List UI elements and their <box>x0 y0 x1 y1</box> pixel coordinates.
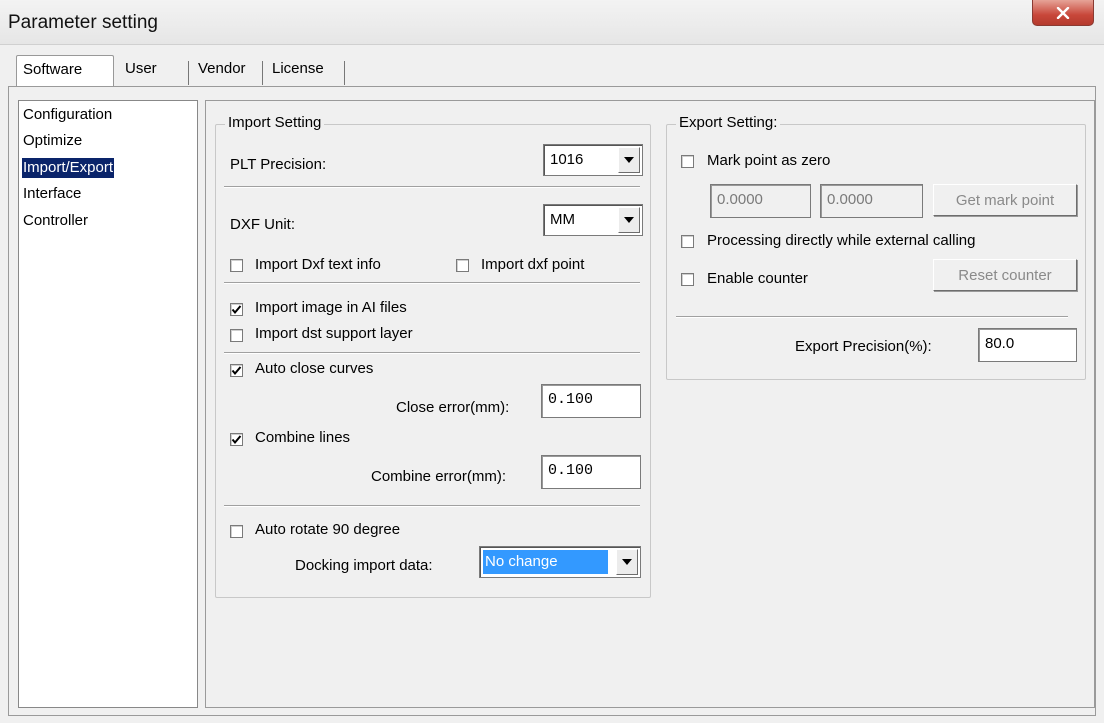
divider <box>224 186 640 188</box>
plt-precision-value: 1016 <box>550 151 584 168</box>
title-bar: Parameter setting <box>0 0 1104 44</box>
import-ai-image-label: Import image in AI files <box>255 299 407 316</box>
category-controller[interactable]: Controller <box>22 211 89 231</box>
tab-separator <box>188 61 189 85</box>
docking-import-label: Docking import data: <box>295 557 433 574</box>
docking-import-select[interactable]: No change <box>479 546 641 578</box>
processing-direct-checkbox[interactable] <box>681 235 694 248</box>
close-error-value: 0.100 <box>548 391 594 408</box>
tab-label: Vendor <box>198 60 246 77</box>
mark-point-zero-checkbox[interactable] <box>681 155 694 168</box>
category-interface[interactable]: Interface <box>22 184 82 204</box>
enable-counter-checkbox[interactable] <box>681 273 694 286</box>
mark-point-y-value: 0.0000 <box>827 191 873 208</box>
category-optimize[interactable]: Optimize <box>22 131 83 151</box>
parameter-setting-window: Parameter setting Software User Vendor L… <box>0 0 1104 723</box>
dxf-unit-select[interactable]: MM <box>543 204 643 236</box>
checkmark-icon <box>231 366 242 376</box>
export-precision-input[interactable]: 80.0 <box>978 328 1077 362</box>
settings-category-list: Configuration Optimize Import/Export Int… <box>18 100 198 708</box>
auto-close-curves-label: Auto close curves <box>255 360 374 377</box>
export-precision-label: Export Precision(%): <box>795 338 932 355</box>
category-import-export[interactable]: Import/Export <box>22 158 115 178</box>
get-mark-point-button[interactable]: Get mark point <box>933 184 1077 216</box>
auto-rotate-checkbox[interactable] <box>230 525 243 538</box>
combine-error-label: Combine error(mm): <box>371 468 507 485</box>
auto-rotate-label: Auto rotate 90 degree <box>255 521 401 538</box>
export-setting-title: Export Setting: <box>676 114 781 131</box>
tab-label: Software <box>23 61 83 78</box>
chevron-down-icon[interactable] <box>618 207 640 233</box>
plt-precision-select[interactable]: 1016 <box>543 144 643 176</box>
divider <box>224 352 640 354</box>
enable-counter-label: Enable counter <box>707 270 808 287</box>
import-dxf-text-checkbox[interactable] <box>230 259 243 272</box>
category-configuration[interactable]: Configuration <box>22 105 113 125</box>
mark-point-x-value: 0.0000 <box>717 191 763 208</box>
export-precision-value: 80.0 <box>985 335 1015 352</box>
divider <box>676 316 1068 318</box>
tab-separator <box>262 61 263 85</box>
import-dst-layer-checkbox[interactable] <box>230 329 243 342</box>
checkmark-icon <box>231 305 242 315</box>
mark-point-y-input[interactable]: 0.0000 <box>820 184 923 218</box>
docking-import-value: No change <box>483 550 608 574</box>
divider <box>224 505 640 507</box>
close-error-label: Close error(mm): <box>396 399 510 416</box>
tab-label: User <box>125 60 157 77</box>
processing-direct-label: Processing directly while external calli… <box>707 232 976 249</box>
import-setting-title: Import Setting <box>225 114 325 131</box>
window-title: Parameter setting <box>8 12 158 33</box>
close-button[interactable] <box>1032 0 1094 26</box>
combine-error-input[interactable]: 0.100 <box>541 455 641 489</box>
combine-lines-checkbox[interactable] <box>230 433 243 446</box>
tab-vendor[interactable]: Vendor <box>192 58 258 86</box>
import-dxf-point-label: Import dxf point <box>481 256 585 273</box>
tab-separator <box>344 61 345 85</box>
chevron-down-icon[interactable] <box>618 147 640 173</box>
import-dxf-text-label: Import Dxf text info <box>255 256 381 273</box>
tab-software[interactable]: Software <box>16 55 114 87</box>
plt-precision-label: PLT Precision: <box>230 156 327 173</box>
tab-user[interactable]: User <box>119 58 183 86</box>
chevron-down-icon[interactable] <box>616 549 638 575</box>
combine-error-value: 0.100 <box>548 462 594 479</box>
import-ai-image-checkbox[interactable] <box>230 303 243 316</box>
tab-label: License <box>272 60 324 77</box>
dxf-unit-label: DXF Unit: <box>230 216 296 233</box>
mark-point-x-input[interactable]: 0.0000 <box>710 184 811 218</box>
reset-counter-button[interactable]: Reset counter <box>933 259 1077 291</box>
divider <box>224 282 640 284</box>
combine-lines-label: Combine lines <box>255 429 351 446</box>
import-dst-layer-label: Import dst support layer <box>255 325 413 342</box>
tab-license[interactable]: License <box>266 58 342 86</box>
dxf-unit-value: MM <box>550 211 575 228</box>
mark-point-zero-label: Mark point as zero <box>707 152 831 169</box>
import-dxf-point-checkbox[interactable] <box>456 259 469 272</box>
checkmark-icon <box>231 435 242 445</box>
close-error-input[interactable]: 0.100 <box>541 384 641 418</box>
close-icon <box>1056 6 1070 19</box>
auto-close-curves-checkbox[interactable] <box>230 364 243 377</box>
